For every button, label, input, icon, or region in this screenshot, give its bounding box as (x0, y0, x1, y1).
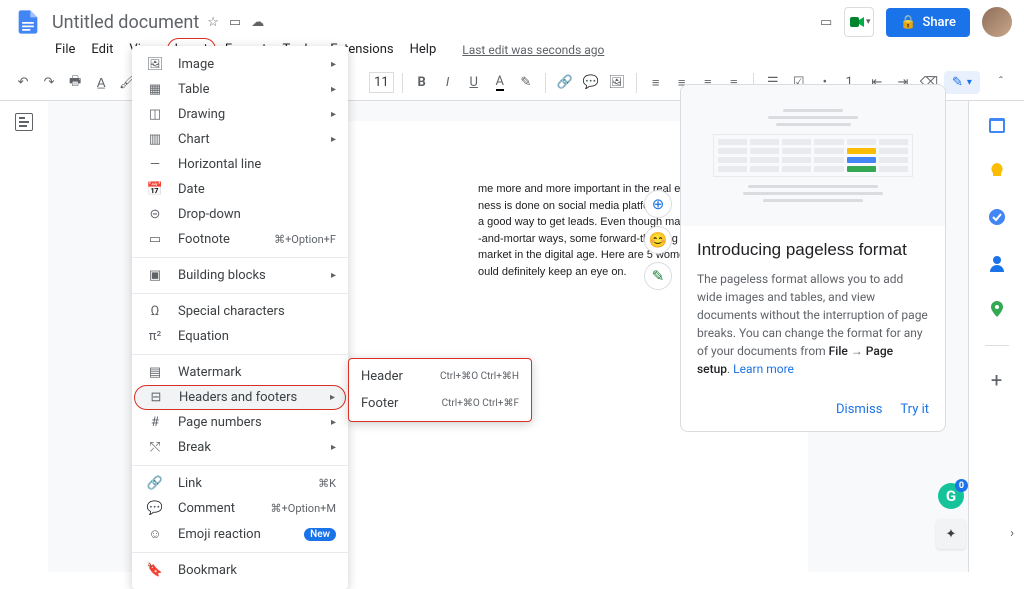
menu-special-chars[interactable]: ΩSpecial characters (132, 299, 348, 324)
emoji-chip[interactable]: 😊 (644, 226, 672, 254)
dismiss-button[interactable]: Dismiss (836, 402, 882, 417)
drawing-icon: ◫ (146, 107, 164, 122)
underline-icon[interactable]: U (463, 70, 485, 96)
menu-table[interactable]: ▦Table▸ (132, 77, 348, 102)
grammarly-icon[interactable]: G (938, 483, 964, 509)
avatar[interactable] (982, 7, 1012, 37)
date-icon: 📅 (146, 182, 164, 197)
hide-menus-icon[interactable]: ˆ (990, 70, 1012, 96)
pageless-card: Introducing pageless format The pageless… (680, 84, 946, 432)
watermark-icon: ▤ (146, 365, 164, 380)
headers-icon: ⊟ (147, 390, 165, 405)
comment-icon: 💬 (146, 501, 164, 516)
doc-title[interactable]: Untitled document (52, 12, 199, 33)
link-icon: 🔗 (146, 476, 164, 491)
menu-break[interactable]: ⤲Break▸ (132, 435, 348, 460)
menu-edit[interactable]: Edit (84, 39, 120, 60)
break-icon: ⤲ (146, 440, 164, 455)
italic-icon[interactable]: I (437, 70, 459, 96)
menu-date[interactable]: 📅Date (132, 177, 348, 202)
lock-icon: 🔒 (900, 15, 916, 30)
learn-more-link[interactable]: Learn more (733, 362, 794, 376)
new-badge: New (304, 528, 336, 541)
hash-icon: # (146, 415, 164, 430)
menu-equation[interactable]: π²Equation (132, 324, 348, 349)
undo-icon[interactable]: ↶ (12, 70, 34, 96)
pi-icon: π² (146, 329, 164, 344)
insert-menu: 🖼Image▸ ▦Table▸ ◫Drawing▸ ▥Chart▸ ―Horiz… (132, 46, 348, 589)
keep-icon[interactable] (987, 161, 1007, 185)
contacts-icon[interactable] (987, 253, 1007, 277)
footnote-icon: ▭ (146, 232, 164, 247)
explore-icon[interactable]: ✦ (936, 519, 966, 549)
suggest-chip[interactable]: ✎ (644, 262, 672, 290)
add-addon-icon[interactable]: + (991, 368, 1002, 392)
redo-icon[interactable]: ↷ (38, 70, 60, 96)
card-title: Introducing pageless format (697, 240, 929, 260)
align-left-icon[interactable]: ≡ (645, 70, 667, 96)
menu-file[interactable]: File (48, 39, 82, 60)
menu-watermark[interactable]: ▤Watermark (132, 360, 348, 385)
comment-history-icon[interactable]: ▭ (820, 15, 832, 30)
maps-icon[interactable] (987, 299, 1007, 323)
card-text: The pageless format allows you to add wi… (697, 270, 929, 378)
move-icon[interactable]: ▭ (229, 15, 241, 30)
star-icon[interactable]: ☆ (207, 15, 219, 30)
dropdown-icon: ⊝ (146, 207, 164, 222)
docs-logo[interactable] (12, 6, 44, 38)
menu-comment[interactable]: 💬Comment⌘+Option+M (132, 496, 348, 521)
insert-image-icon[interactable]: 🖼 (606, 70, 628, 96)
menu-page-numbers[interactable]: #Page numbers▸ (132, 410, 348, 435)
link-icon[interactable]: 🔗 (554, 70, 576, 96)
font-size[interactable]: 11 (369, 72, 394, 93)
side-panel-collapse-icon[interactable]: › (1010, 526, 1014, 541)
menu-drawing[interactable]: ◫Drawing▸ (132, 102, 348, 127)
menu-hr[interactable]: ―Horizontal line (132, 152, 348, 177)
bold-icon[interactable]: B (411, 70, 433, 96)
emoji-icon: ☺ (146, 526, 164, 542)
print-icon[interactable]: 🖶 (64, 70, 86, 96)
share-label: Share (922, 15, 956, 30)
submenu-header[interactable]: HeaderCtrl+⌘O Ctrl+⌘H (349, 363, 531, 390)
bookmark-icon: 🔖 (146, 563, 164, 578)
submenu-footer[interactable]: FooterCtrl+⌘O Ctrl+⌘F (349, 390, 531, 417)
outline-icon[interactable] (15, 113, 33, 131)
spellcheck-icon[interactable]: A̲ (90, 70, 112, 96)
highlight-icon[interactable]: ✎ (515, 70, 537, 96)
menu-building-blocks[interactable]: ▣Building blocks▸ (132, 263, 348, 288)
calendar-icon[interactable] (987, 115, 1007, 139)
last-edit[interactable]: Last edit was seconds ago (455, 40, 611, 60)
meet-icon[interactable]: ▾ (844, 7, 874, 37)
menu-bookmark[interactable]: 🔖Bookmark (132, 558, 348, 583)
editing-mode[interactable]: ✎ ▾ (944, 71, 980, 94)
menu-emoji[interactable]: ☺Emoji reactionNew (132, 521, 348, 547)
menu-dropdown[interactable]: ⊝Drop-down (132, 202, 348, 227)
card-illustration (681, 85, 945, 226)
share-button[interactable]: 🔒 Share (886, 8, 970, 37)
omega-icon: Ω (146, 304, 164, 319)
image-icon: 🖼 (146, 57, 164, 72)
side-panel: + (968, 101, 1024, 572)
hr-icon: ― (146, 157, 164, 172)
menu-headers-footers[interactable]: ⊟Headers and footers▸ (134, 385, 346, 410)
menu-image[interactable]: 🖼Image▸ (132, 52, 348, 77)
menu-footnote[interactable]: ▭Footnote⌘+Option+F (132, 227, 348, 252)
blocks-icon: ▣ (146, 268, 164, 283)
add-comment-icon[interactable]: 💬 (580, 70, 602, 96)
try-it-button[interactable]: Try it (900, 402, 929, 417)
headers-footers-submenu: HeaderCtrl+⌘O Ctrl+⌘H FooterCtrl+⌘O Ctrl… (348, 358, 532, 422)
table-icon: ▦ (146, 82, 164, 97)
text-color-icon[interactable]: A (489, 70, 511, 96)
tasks-icon[interactable] (987, 207, 1007, 231)
chart-icon: ▥ (146, 132, 164, 147)
menu-link[interactable]: 🔗Link⌘K (132, 471, 348, 496)
menu-help[interactable]: Help (403, 39, 444, 60)
add-comment-chip[interactable]: ⊕ (644, 190, 672, 218)
menu-chart[interactable]: ▥Chart▸ (132, 127, 348, 152)
cloud-icon[interactable]: ☁ (251, 15, 264, 30)
reaction-bar: ⊕ 😊 ✎ (644, 190, 672, 290)
